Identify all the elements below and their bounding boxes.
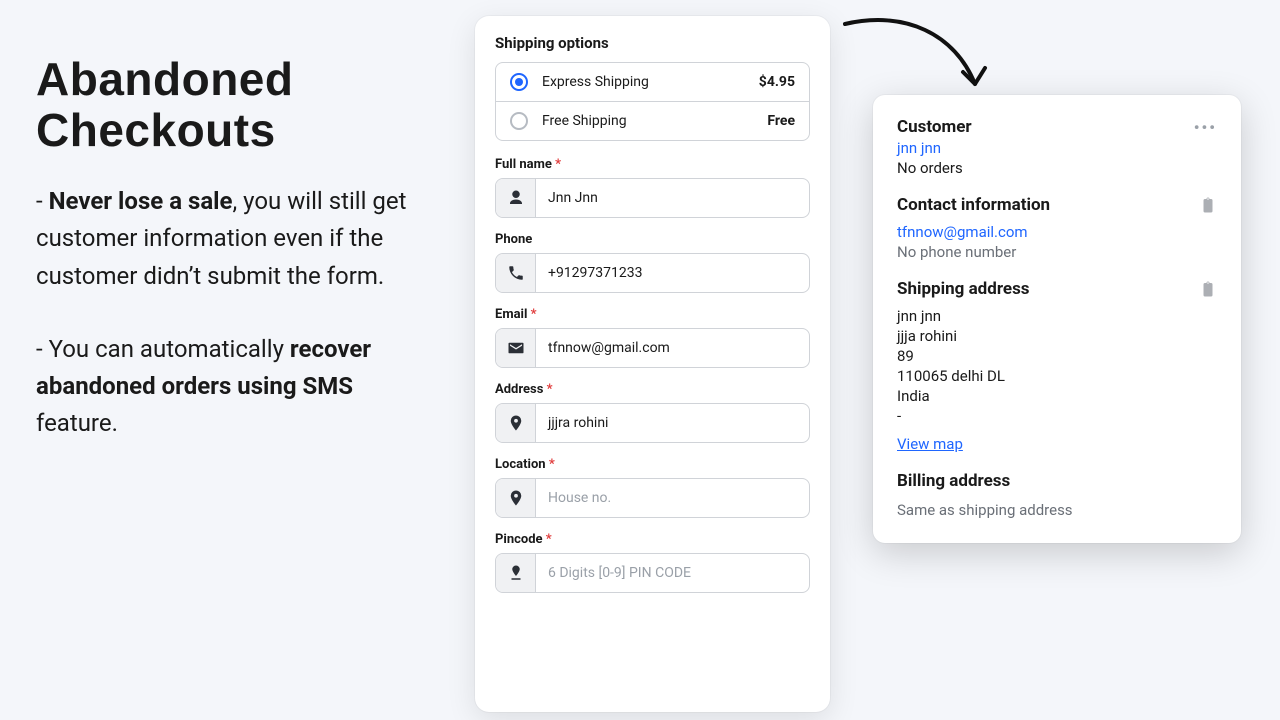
shipping-options: Express Shipping $4.95 Free Shipping Fre… — [495, 62, 810, 141]
promo-p2-lead: - You can automatically — [36, 335, 290, 363]
address-value: jjjra rohini — [536, 404, 809, 442]
promo-p1-bold: Never lose a sale — [49, 187, 233, 215]
shipping-options-title: Shipping options — [495, 34, 810, 52]
promo-paragraph-1: - Never lose a sale, you will still get … — [36, 183, 436, 295]
customer-heading: Customer — [897, 117, 1194, 137]
promo-paragraph-2: - You can automatically recover abandone… — [36, 331, 436, 443]
contact-info-heading: Contact information — [897, 195, 1199, 215]
email-label: Email * — [495, 307, 810, 322]
user-icon — [496, 179, 536, 217]
email-value: tfnnow@gmail.com — [536, 329, 809, 367]
shipping-line: 110065 delhi DL — [897, 367, 1217, 385]
customer-orders: No orders — [897, 159, 1217, 177]
radio-icon[interactable] — [510, 73, 528, 91]
phone-label: Phone — [495, 232, 810, 247]
more-icon[interactable]: ••• — [1194, 118, 1217, 137]
shipping-address-heading: Shipping address — [897, 279, 1199, 299]
pin-icon — [496, 404, 536, 442]
shipping-option-label: Free Shipping — [542, 113, 767, 129]
address-label: Address * — [495, 382, 810, 397]
shipping-option-free[interactable]: Free Shipping Free — [496, 101, 809, 140]
checkout-card: Shipping options Express Shipping $4.95 … — [475, 16, 830, 712]
promo-p1-lead: - — [36, 187, 49, 215]
address-input[interactable]: jjjra rohini — [495, 403, 810, 443]
location-label: Location * — [495, 457, 810, 472]
shipping-line: - — [897, 407, 1217, 425]
promo-title: Abandoned Checkouts — [36, 54, 436, 155]
view-map-link[interactable]: View map — [897, 435, 963, 453]
pincode-label: Pincode * — [495, 532, 810, 547]
promo-copy: Abandoned Checkouts - Never lose a sale,… — [36, 54, 436, 478]
shipping-option-price: $4.95 — [759, 74, 795, 90]
billing-address-heading: Billing address — [897, 471, 1217, 491]
customer-name-link[interactable]: jnn jnn — [897, 139, 1217, 157]
pin-icon — [496, 479, 536, 517]
customer-email-link[interactable]: tfnnow@gmail.com — [897, 223, 1217, 241]
shipping-line: India — [897, 387, 1217, 405]
shipping-line: jnn jnn — [897, 307, 1217, 325]
customer-card: Customer ••• jnn jnn No orders Contact i… — [873, 95, 1241, 543]
location-placeholder: House no. — [536, 479, 809, 517]
pincode-placeholder: 6 Digits [0-9] PIN CODE — [536, 554, 809, 592]
radio-icon[interactable] — [510, 112, 528, 130]
shipping-option-express[interactable]: Express Shipping $4.95 — [496, 63, 809, 101]
pincode-input[interactable]: 6 Digits [0-9] PIN CODE — [495, 553, 810, 593]
shipping-line: 89 — [897, 347, 1217, 365]
pin-icon — [496, 554, 536, 592]
phone-input[interactable]: +91297371233 — [495, 253, 810, 293]
phone-value: +91297371233 — [536, 254, 809, 292]
promo-p2-tail: feature. — [36, 409, 118, 437]
email-input[interactable]: tfnnow@gmail.com — [495, 328, 810, 368]
location-input[interactable]: House no. — [495, 478, 810, 518]
full-name-input[interactable]: Jnn Jnn — [495, 178, 810, 218]
shipping-line: jjja rohini — [897, 327, 1217, 345]
clipboard-icon[interactable] — [1199, 196, 1217, 214]
customer-phone-note: No phone number — [897, 243, 1217, 261]
full-name-label: Full name * — [495, 157, 810, 172]
phone-icon — [496, 254, 536, 292]
clipboard-icon[interactable] — [1199, 280, 1217, 298]
shipping-option-price: Free — [767, 113, 795, 129]
shipping-option-label: Express Shipping — [542, 74, 759, 90]
full-name-value: Jnn Jnn — [536, 179, 809, 217]
mail-icon — [496, 329, 536, 367]
billing-note: Same as shipping address — [897, 501, 1217, 519]
